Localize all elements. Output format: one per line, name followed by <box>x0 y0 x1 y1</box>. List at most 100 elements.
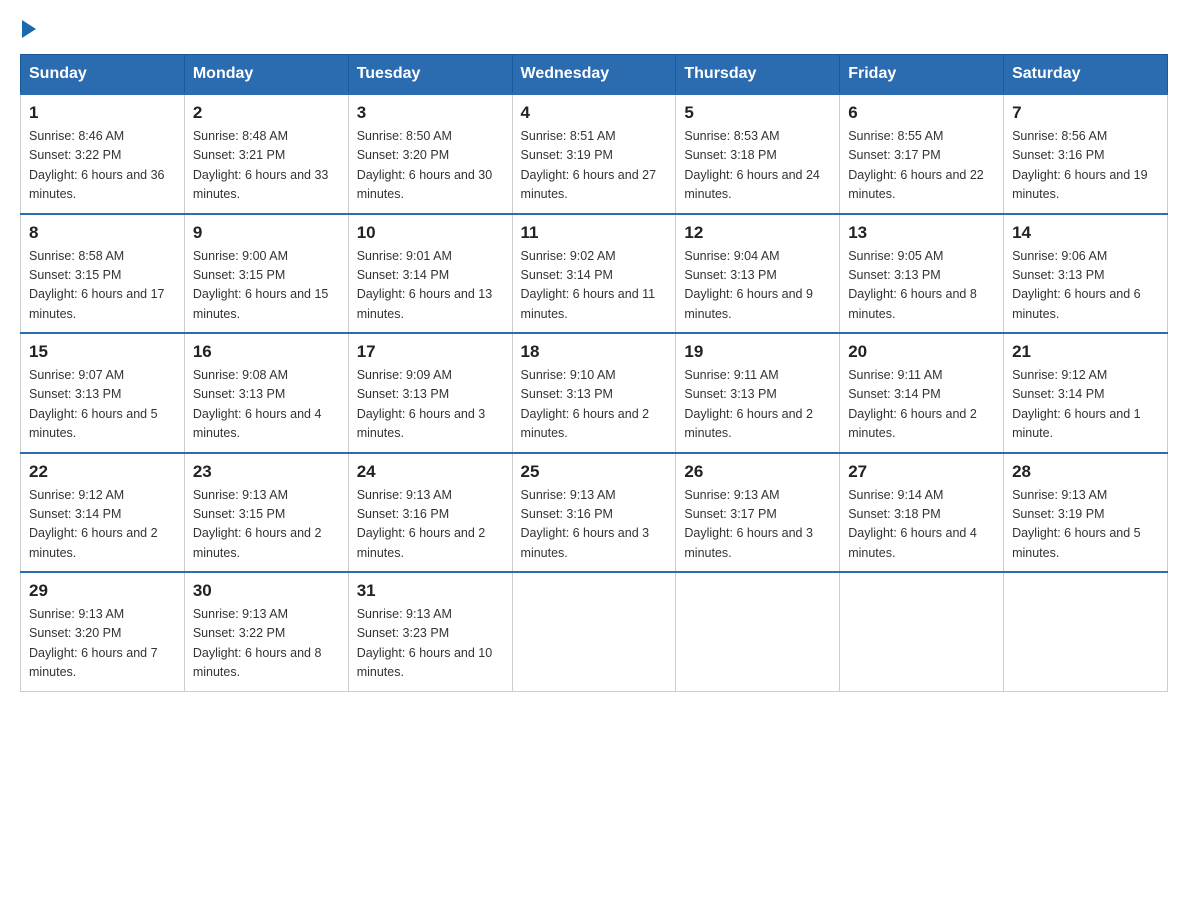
day-info: Sunrise: 9:11 AM Sunset: 3:14 PM Dayligh… <box>848 366 995 444</box>
day-info: Sunrise: 8:56 AM Sunset: 3:16 PM Dayligh… <box>1012 127 1159 205</box>
calendar-week-row: 22 Sunrise: 9:12 AM Sunset: 3:14 PM Dayl… <box>21 453 1168 573</box>
day-number: 1 <box>29 103 176 123</box>
day-number: 6 <box>848 103 995 123</box>
calendar-day-cell: 30 Sunrise: 9:13 AM Sunset: 3:22 PM Dayl… <box>184 572 348 691</box>
calendar-table: SundayMondayTuesdayWednesdayThursdayFrid… <box>20 54 1168 692</box>
day-info: Sunrise: 8:46 AM Sunset: 3:22 PM Dayligh… <box>29 127 176 205</box>
day-number: 15 <box>29 342 176 362</box>
calendar-day-cell: 21 Sunrise: 9:12 AM Sunset: 3:14 PM Dayl… <box>1004 333 1168 453</box>
calendar-day-cell: 1 Sunrise: 8:46 AM Sunset: 3:22 PM Dayli… <box>21 94 185 214</box>
calendar-day-cell: 3 Sunrise: 8:50 AM Sunset: 3:20 PM Dayli… <box>348 94 512 214</box>
calendar-day-cell: 8 Sunrise: 8:58 AM Sunset: 3:15 PM Dayli… <box>21 214 185 334</box>
day-info: Sunrise: 9:04 AM Sunset: 3:13 PM Dayligh… <box>684 247 831 325</box>
calendar-day-cell: 26 Sunrise: 9:13 AM Sunset: 3:17 PM Dayl… <box>676 453 840 573</box>
calendar-day-header: Thursday <box>676 55 840 95</box>
day-info: Sunrise: 8:55 AM Sunset: 3:17 PM Dayligh… <box>848 127 995 205</box>
day-number: 8 <box>29 223 176 243</box>
day-number: 30 <box>193 581 340 601</box>
calendar-day-cell: 25 Sunrise: 9:13 AM Sunset: 3:16 PM Dayl… <box>512 453 676 573</box>
calendar-day-cell: 7 Sunrise: 8:56 AM Sunset: 3:16 PM Dayli… <box>1004 94 1168 214</box>
day-info: Sunrise: 9:01 AM Sunset: 3:14 PM Dayligh… <box>357 247 504 325</box>
day-info: Sunrise: 9:07 AM Sunset: 3:13 PM Dayligh… <box>29 366 176 444</box>
day-info: Sunrise: 9:12 AM Sunset: 3:14 PM Dayligh… <box>29 486 176 564</box>
calendar-day-cell: 18 Sunrise: 9:10 AM Sunset: 3:13 PM Dayl… <box>512 333 676 453</box>
calendar-day-cell: 4 Sunrise: 8:51 AM Sunset: 3:19 PM Dayli… <box>512 94 676 214</box>
calendar-day-cell: 22 Sunrise: 9:12 AM Sunset: 3:14 PM Dayl… <box>21 453 185 573</box>
day-number: 5 <box>684 103 831 123</box>
day-info: Sunrise: 8:50 AM Sunset: 3:20 PM Dayligh… <box>357 127 504 205</box>
day-number: 25 <box>521 462 668 482</box>
day-info: Sunrise: 9:00 AM Sunset: 3:15 PM Dayligh… <box>193 247 340 325</box>
calendar-header-row: SundayMondayTuesdayWednesdayThursdayFrid… <box>21 55 1168 95</box>
calendar-day-header: Monday <box>184 55 348 95</box>
day-number: 28 <box>1012 462 1159 482</box>
calendar-day-header: Wednesday <box>512 55 676 95</box>
calendar-day-header: Sunday <box>21 55 185 95</box>
calendar-week-row: 15 Sunrise: 9:07 AM Sunset: 3:13 PM Dayl… <box>21 333 1168 453</box>
day-number: 18 <box>521 342 668 362</box>
day-info: Sunrise: 9:09 AM Sunset: 3:13 PM Dayligh… <box>357 366 504 444</box>
calendar-day-header: Tuesday <box>348 55 512 95</box>
day-info: Sunrise: 9:02 AM Sunset: 3:14 PM Dayligh… <box>521 247 668 325</box>
calendar-week-row: 1 Sunrise: 8:46 AM Sunset: 3:22 PM Dayli… <box>21 94 1168 214</box>
day-info: Sunrise: 9:11 AM Sunset: 3:13 PM Dayligh… <box>684 366 831 444</box>
day-info: Sunrise: 8:53 AM Sunset: 3:18 PM Dayligh… <box>684 127 831 205</box>
logo-triangle-icon <box>22 20 36 38</box>
day-info: Sunrise: 8:51 AM Sunset: 3:19 PM Dayligh… <box>521 127 668 205</box>
calendar-day-cell: 24 Sunrise: 9:13 AM Sunset: 3:16 PM Dayl… <box>348 453 512 573</box>
calendar-day-header: Friday <box>840 55 1004 95</box>
day-info: Sunrise: 9:06 AM Sunset: 3:13 PM Dayligh… <box>1012 247 1159 325</box>
calendar-day-cell: 29 Sunrise: 9:13 AM Sunset: 3:20 PM Dayl… <box>21 572 185 691</box>
calendar-day-cell: 28 Sunrise: 9:13 AM Sunset: 3:19 PM Dayl… <box>1004 453 1168 573</box>
day-number: 4 <box>521 103 668 123</box>
day-number: 3 <box>357 103 504 123</box>
day-number: 11 <box>521 223 668 243</box>
calendar-day-cell: 2 Sunrise: 8:48 AM Sunset: 3:21 PM Dayli… <box>184 94 348 214</box>
calendar-day-cell: 11 Sunrise: 9:02 AM Sunset: 3:14 PM Dayl… <box>512 214 676 334</box>
day-info: Sunrise: 9:14 AM Sunset: 3:18 PM Dayligh… <box>848 486 995 564</box>
calendar-day-cell: 9 Sunrise: 9:00 AM Sunset: 3:15 PM Dayli… <box>184 214 348 334</box>
day-number: 16 <box>193 342 340 362</box>
day-number: 12 <box>684 223 831 243</box>
calendar-day-cell: 14 Sunrise: 9:06 AM Sunset: 3:13 PM Dayl… <box>1004 214 1168 334</box>
day-info: Sunrise: 9:13 AM Sunset: 3:22 PM Dayligh… <box>193 605 340 683</box>
calendar-week-row: 29 Sunrise: 9:13 AM Sunset: 3:20 PM Dayl… <box>21 572 1168 691</box>
calendar-day-cell <box>512 572 676 691</box>
calendar-day-cell: 19 Sunrise: 9:11 AM Sunset: 3:13 PM Dayl… <box>676 333 840 453</box>
calendar-day-cell: 20 Sunrise: 9:11 AM Sunset: 3:14 PM Dayl… <box>840 333 1004 453</box>
calendar-day-cell: 15 Sunrise: 9:07 AM Sunset: 3:13 PM Dayl… <box>21 333 185 453</box>
calendar-day-cell: 27 Sunrise: 9:14 AM Sunset: 3:18 PM Dayl… <box>840 453 1004 573</box>
calendar-day-cell: 5 Sunrise: 8:53 AM Sunset: 3:18 PM Dayli… <box>676 94 840 214</box>
day-number: 27 <box>848 462 995 482</box>
calendar-day-cell: 12 Sunrise: 9:04 AM Sunset: 3:13 PM Dayl… <box>676 214 840 334</box>
calendar-day-cell: 10 Sunrise: 9:01 AM Sunset: 3:14 PM Dayl… <box>348 214 512 334</box>
calendar-day-cell: 16 Sunrise: 9:08 AM Sunset: 3:13 PM Dayl… <box>184 333 348 453</box>
day-number: 10 <box>357 223 504 243</box>
day-number: 19 <box>684 342 831 362</box>
calendar-day-cell: 31 Sunrise: 9:13 AM Sunset: 3:23 PM Dayl… <box>348 572 512 691</box>
day-info: Sunrise: 9:12 AM Sunset: 3:14 PM Dayligh… <box>1012 366 1159 444</box>
calendar-day-header: Saturday <box>1004 55 1168 95</box>
day-info: Sunrise: 9:13 AM Sunset: 3:17 PM Dayligh… <box>684 486 831 564</box>
day-number: 26 <box>684 462 831 482</box>
calendar-day-cell: 6 Sunrise: 8:55 AM Sunset: 3:17 PM Dayli… <box>840 94 1004 214</box>
day-info: Sunrise: 9:13 AM Sunset: 3:19 PM Dayligh… <box>1012 486 1159 564</box>
day-number: 9 <box>193 223 340 243</box>
calendar-week-row: 8 Sunrise: 8:58 AM Sunset: 3:15 PM Dayli… <box>21 214 1168 334</box>
day-number: 13 <box>848 223 995 243</box>
day-number: 22 <box>29 462 176 482</box>
day-info: Sunrise: 9:13 AM Sunset: 3:20 PM Dayligh… <box>29 605 176 683</box>
day-info: Sunrise: 9:13 AM Sunset: 3:23 PM Dayligh… <box>357 605 504 683</box>
calendar-day-cell: 17 Sunrise: 9:09 AM Sunset: 3:13 PM Dayl… <box>348 333 512 453</box>
day-info: Sunrise: 8:58 AM Sunset: 3:15 PM Dayligh… <box>29 247 176 325</box>
day-number: 2 <box>193 103 340 123</box>
day-number: 31 <box>357 581 504 601</box>
calendar-day-cell <box>676 572 840 691</box>
page-header <box>20 20 1168 34</box>
day-number: 20 <box>848 342 995 362</box>
day-number: 17 <box>357 342 504 362</box>
day-info: Sunrise: 9:10 AM Sunset: 3:13 PM Dayligh… <box>521 366 668 444</box>
calendar-day-cell: 23 Sunrise: 9:13 AM Sunset: 3:15 PM Dayl… <box>184 453 348 573</box>
day-info: Sunrise: 9:13 AM Sunset: 3:16 PM Dayligh… <box>521 486 668 564</box>
day-number: 24 <box>357 462 504 482</box>
